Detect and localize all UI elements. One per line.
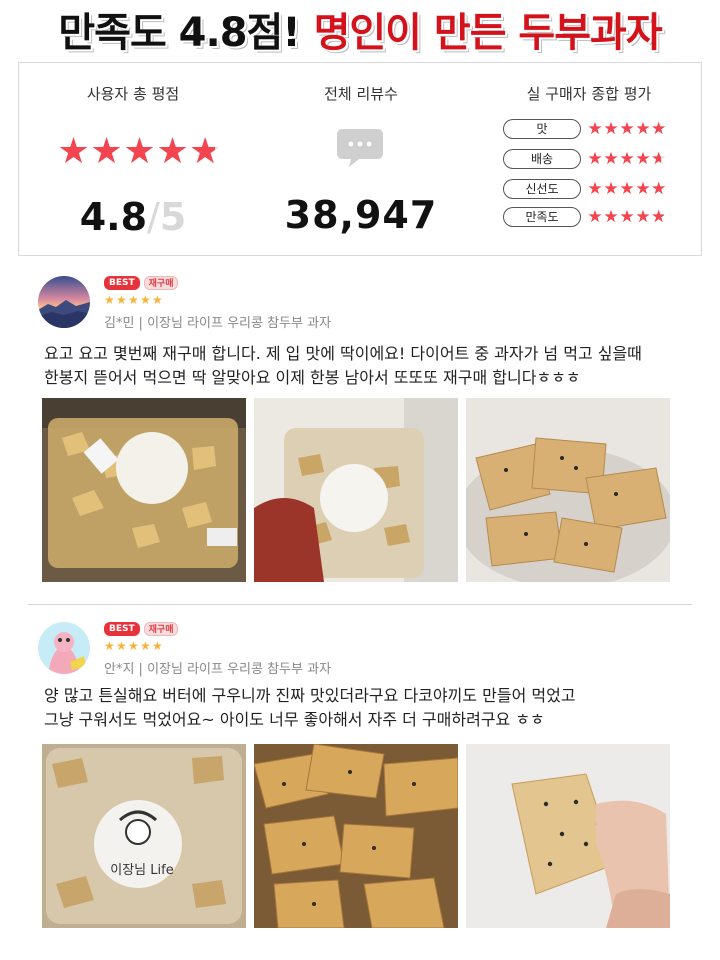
package-logo-text: 이장님 Life <box>110 863 173 878</box>
star-icon: ★ <box>619 149 635 169</box>
speech-bubble-icon <box>337 129 383 167</box>
star-icon: ★ <box>104 293 115 307</box>
review-photo[interactable] <box>42 398 246 582</box>
buyer-evaluation-section: 실 구매자 종합 평가 맛 ★ ★ ★ ★ ★ ★ 배송 ★ ★ ★ ★ ★ ★ 신선도 ★ ★ ★ ★ ★ ★ 만족도 ★… <box>475 63 703 257</box>
evaluation-row: 배송 ★ ★ ★ ★ ★ ★ <box>503 147 667 171</box>
star-icon: ★ ★ <box>651 207 667 227</box>
star-icon: ★ <box>635 207 651 227</box>
review-card: BEST 재구매 ★ ★ ★ ★ ★ 김*민 | 이장님 라이프 우리콩 참두부 과자 … <box>0 266 720 596</box>
star-icon: ★ <box>603 207 619 227</box>
total-reviews-count: 38,947 <box>284 193 438 237</box>
review-badges: BEST 재구매 <box>104 622 179 636</box>
rating-summary-card: 사용자 총 평점 ★ ★ ★ ★ ★ ★ 4.8/5 전체 리뷰수 38,947 실 구매… <box>18 62 702 256</box>
star-icon: ★ <box>140 293 151 307</box>
repurchase-badge: 재구매 <box>143 622 179 636</box>
star-icon: ★ ★ <box>651 149 667 169</box>
review-text-line: 양 많고 튼실해요 버터에 구우니까 진짜 맛있더라구요 다코야끼도 만들어 먹… <box>44 686 576 705</box>
review-text-line: 그냥 구워서도 먹었어요~ 아이도 너무 좋아해서 자주 더 구매하려구요 ㅎㅎ <box>44 710 545 729</box>
review-text-line: 한봉지 뜯어서 먹으면 딱 알맞아요 이제 한봉 남아서 또또또 재구매 합니다… <box>44 368 581 387</box>
star-icon: ★ ★ <box>189 131 222 172</box>
review-meta: 김*민 | 이장님 라이프 우리콩 참두부 과자 <box>104 316 332 331</box>
average-score-value: 4.8 <box>79 195 148 239</box>
star-icon: ★ <box>587 119 603 139</box>
evaluation-row: 만족도 ★ ★ ★ ★ ★ ★ <box>503 205 667 229</box>
star-icon: ★ <box>152 293 163 307</box>
star-icon: ★ <box>587 207 603 227</box>
total-reviews-section: 전체 리뷰수 38,947 <box>247 63 475 257</box>
star-icon: ★ <box>128 639 139 653</box>
star-icon: ★ <box>603 179 619 199</box>
evaluation-row: 신선도 ★ ★ ★ ★ ★ ★ <box>503 177 667 201</box>
best-badge: BEST <box>104 276 140 290</box>
star-icon: ★ <box>635 179 651 199</box>
star-icon: ★ <box>104 639 115 653</box>
review-badges: BEST 재구매 <box>104 276 179 290</box>
total-reviews-title: 전체 리뷰수 <box>324 85 398 103</box>
average-rating-section: 사용자 총 평점 ★ ★ ★ ★ ★ ★ 4.8/5 <box>19 63 247 257</box>
evaluation-star-rating: ★ ★ ★ ★ ★ ★ <box>587 207 667 227</box>
average-score: 4.8/5 <box>19 195 247 239</box>
evaluation-label: 맛 <box>503 119 581 139</box>
star-icon: ★ ★ <box>651 119 667 139</box>
best-badge: BEST <box>104 622 140 636</box>
review-star-rating: ★ ★ ★ ★ ★ <box>104 640 164 652</box>
avatar <box>38 276 90 328</box>
score-max: 5 <box>159 195 187 239</box>
star-icon: ★ <box>619 207 635 227</box>
review-photo[interactable] <box>466 398 670 582</box>
evaluation-label: 신선도 <box>503 179 581 199</box>
promo-headline: 만족도 4.8점! 명인이 만든 두부과자 <box>0 0 720 58</box>
evaluation-row: 맛 ★ ★ ★ ★ ★ ★ <box>503 117 667 141</box>
star-icon: ★ <box>603 149 619 169</box>
star-icon: ★ ★ <box>651 179 667 199</box>
star-icon: ★ <box>635 149 651 169</box>
review-photo[interactable] <box>466 744 670 928</box>
evaluation-star-rating: ★ ★ ★ ★ ★ ★ <box>587 149 667 169</box>
star-icon: ★ <box>90 131 123 172</box>
review-text: 양 많고 튼실해요 버터에 구우니까 진짜 맛있더라구요 다코야끼도 만들어 먹… <box>44 684 694 732</box>
review-text-line: 요고 요고 몇번째 재구매 합니다. 제 입 맛에 딱이에요! 다이어트 중 과… <box>44 344 642 363</box>
star-icon: ★ <box>156 131 189 172</box>
star-icon: ★ <box>603 119 619 139</box>
evaluation-star-rating: ★ ★ ★ ★ ★ ★ <box>587 119 667 139</box>
star-icon: ★ <box>140 639 151 653</box>
star-icon: ★ <box>123 131 156 172</box>
review-text: 요고 요고 몇번째 재구매 합니다. 제 입 맛에 딱이에요! 다이어트 중 과… <box>44 342 694 390</box>
review-card: BEST 재구매 ★ ★ ★ ★ ★ 안*지 | 이장님 라이프 우리콩 참두부 과자 … <box>0 612 720 952</box>
star-icon: ★ <box>57 131 90 172</box>
star-icon: ★ <box>587 149 603 169</box>
headline-product-text: 명인이 만든 두부과자 <box>313 10 663 56</box>
average-star-rating: ★ ★ ★ ★ ★ ★ <box>57 131 222 175</box>
evaluation-label: 배송 <box>503 149 581 169</box>
star-icon: ★ <box>587 179 603 199</box>
star-icon: ★ <box>152 639 163 653</box>
star-icon: ★ <box>116 639 127 653</box>
headline-score-text: 만족도 4.8점! <box>58 10 300 56</box>
avatar <box>38 622 90 674</box>
review-photo[interactable] <box>254 744 458 928</box>
average-rating-title: 사용자 총 평점 <box>86 85 180 103</box>
review-divider <box>28 604 692 605</box>
score-separator: / <box>147 195 160 239</box>
review-meta: 안*지 | 이장님 라이프 우리콩 참두부 과자 <box>104 662 332 677</box>
star-icon: ★ <box>128 293 139 307</box>
buyer-evaluation-title: 실 구매자 종합 평가 <box>526 85 652 103</box>
review-star-rating: ★ ★ ★ ★ ★ <box>104 294 164 306</box>
evaluation-label: 만족도 <box>503 207 581 227</box>
evaluation-star-rating: ★ ★ ★ ★ ★ ★ <box>587 179 667 199</box>
repurchase-badge: 재구매 <box>143 276 179 290</box>
star-icon: ★ <box>635 119 651 139</box>
star-icon: ★ <box>619 179 635 199</box>
star-icon: ★ <box>619 119 635 139</box>
review-photo[interactable]: 이장님 Life <box>42 744 246 928</box>
star-icon: ★ <box>116 293 127 307</box>
review-photo[interactable] <box>254 398 458 582</box>
